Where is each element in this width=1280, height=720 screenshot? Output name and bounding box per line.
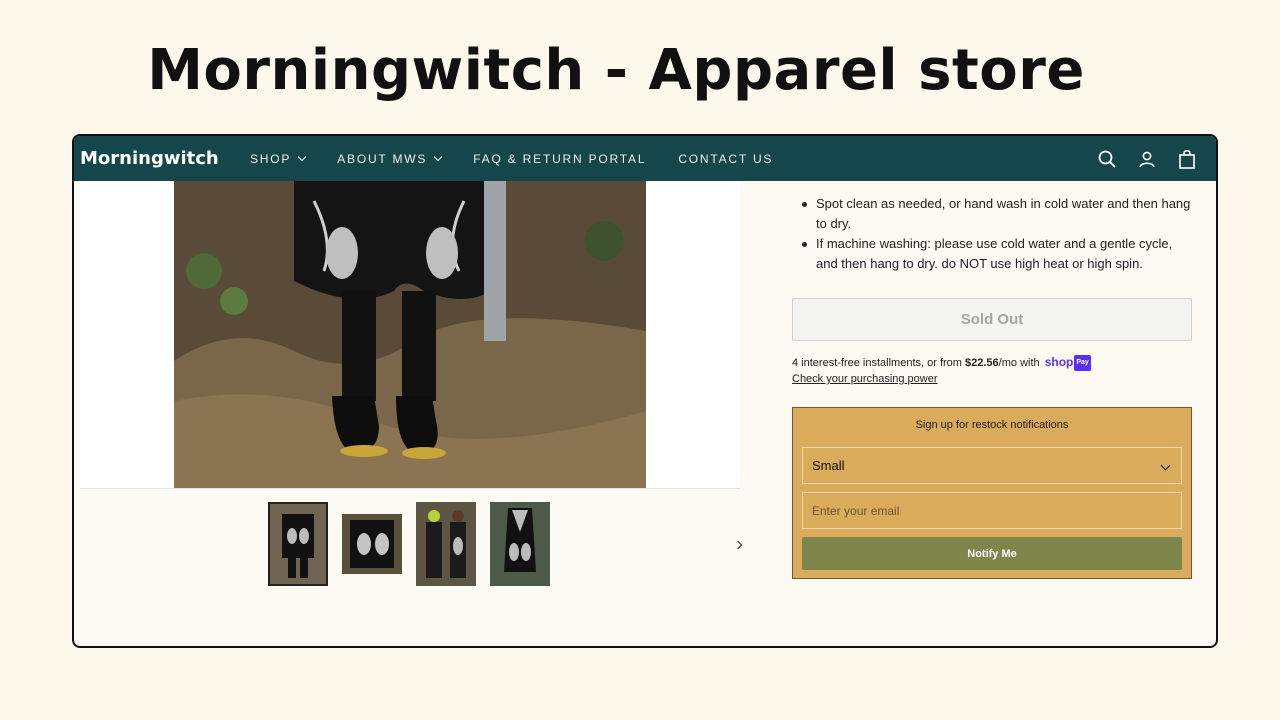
nav-item-faq[interactable]: FAQ & RETURN PORTAL [473, 152, 646, 166]
thumbnail-strip [268, 502, 550, 586]
installments-info: 4 interest-free installments, or from $2… [792, 354, 1091, 387]
thumbnail-1[interactable] [268, 502, 328, 586]
nav-icons [1096, 136, 1198, 181]
chevron-down-icon [297, 152, 307, 161]
shoppay-logo: shop Pay [1044, 354, 1091, 371]
nav-item-label: FAQ & RETURN PORTAL [473, 151, 647, 166]
chevron-down-icon [1160, 460, 1171, 471]
list-item: Spot clean as needed, or hand wash in co… [792, 194, 1194, 234]
nav-menu: SHOP ABOUT MWS FAQ & RETURN PORTAL CONTA… [250, 152, 805, 166]
selected-size: Small [812, 458, 845, 473]
brand-logo[interactable]: Morningwitch [80, 148, 250, 169]
list-item: If machine washing: please use cold wate… [792, 234, 1194, 274]
nav-item-label: SHOP [250, 151, 292, 166]
product-main-image[interactable] [174, 181, 646, 488]
search-icon[interactable] [1096, 148, 1118, 170]
browser-window: Morningwitch SHOP ABOUT MWS FAQ & RETURN… [72, 134, 1218, 648]
thumbnail-2[interactable] [342, 514, 402, 574]
thumbnail-3[interactable] [416, 502, 476, 586]
notify-me-button[interactable]: Notify Me [802, 537, 1182, 570]
account-icon[interactable] [1136, 148, 1158, 170]
email-field[interactable] [802, 492, 1182, 529]
restock-title: Sign up for restock notifications [915, 419, 1069, 431]
nav-item-shop[interactable]: SHOP [250, 151, 307, 166]
sold-out-button[interactable]: Sold Out [792, 298, 1192, 341]
shoppay-label: shop [1044, 355, 1074, 369]
shoppay-badge: Pay [1074, 354, 1091, 371]
check-purchasing-power-link[interactable]: Check your purchasing power [792, 371, 1091, 387]
care-instructions-list: Spot clean as needed, or hand wash in co… [792, 194, 1194, 274]
nav-item-about[interactable]: ABOUT MWS [337, 151, 443, 166]
main-image-container [80, 181, 740, 489]
installments-amount: $22.56 [965, 357, 999, 369]
installments-prefix: 4 interest-free installments, or from [792, 357, 966, 369]
slide-title: Morningwitch - Apparel store [147, 38, 1085, 103]
nav-item-contact[interactable]: CONTACT US [678, 152, 773, 166]
size-select[interactable]: Small [802, 447, 1182, 484]
navbar: Morningwitch SHOP ABOUT MWS FAQ & RETURN… [74, 136, 1216, 181]
restock-form: Sign up for restock notifications Small … [792, 407, 1192, 579]
thumbnail-4[interactable] [490, 502, 550, 586]
chevron-down-icon [433, 152, 443, 161]
nav-item-label: CONTACT US [678, 151, 774, 166]
product-care-details: Spot clean as needed, or hand wash in co… [792, 194, 1194, 274]
nav-item-label: ABOUT MWS [337, 151, 428, 166]
chevron-right-icon[interactable] [730, 537, 746, 553]
installments-suffix: /mo with [998, 357, 1040, 369]
cart-icon[interactable] [1176, 148, 1198, 170]
